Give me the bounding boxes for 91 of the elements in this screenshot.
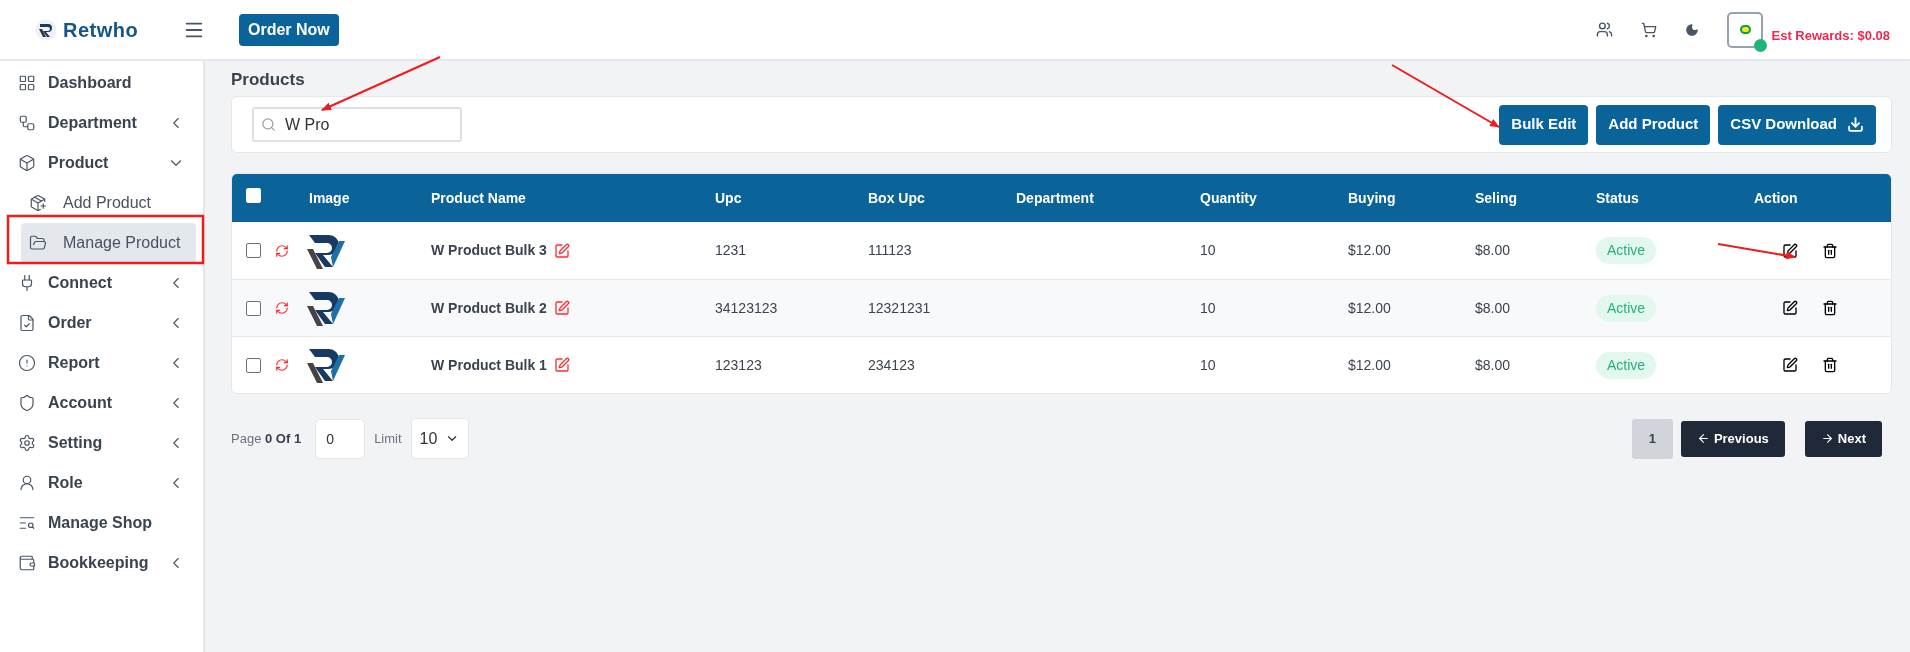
arrow-left-icon: [1696, 432, 1710, 445]
table-cell: 10: [1200, 299, 1216, 316]
edit-icon[interactable]: [1782, 242, 1798, 259]
sidebar-item[interactable]: Connect: [8, 263, 195, 303]
search-icon: [261, 117, 276, 132]
column-header: Seling: [1475, 189, 1517, 206]
trash-icon[interactable]: [1822, 357, 1838, 373]
sidebar-item[interactable]: Product: [8, 143, 195, 183]
sidebar-item[interactable]: Setting: [8, 423, 195, 463]
table-cell: 111123: [868, 242, 912, 258]
table-cell: 123123: [715, 356, 762, 373]
diagram-icon: [18, 114, 36, 132]
checkbox[interactable]: [246, 300, 261, 316]
sidebar-item[interactable]: Manage Shop: [8, 503, 195, 543]
sidebar-item[interactable]: Account: [8, 383, 195, 423]
trash-icon[interactable]: [1822, 242, 1838, 259]
order-now-button[interactable]: Order Now: [239, 13, 339, 46]
toolbar-button[interactable]: Add Product: [1596, 104, 1711, 145]
arrow-right-icon: [1820, 432, 1834, 445]
sidebar-item[interactable]: Department: [8, 103, 195, 143]
grid-icon: [18, 74, 36, 92]
column-header: Status: [1596, 189, 1639, 206]
brand-name: Retwho: [63, 17, 139, 43]
sidebar-subitem[interactable]: Manage Product: [21, 223, 196, 263]
toolbar-button[interactable]: Bulk Edit: [1499, 104, 1589, 145]
column-header: Box Upc: [868, 189, 925, 206]
refresh-icon[interactable]: [275, 243, 289, 258]
toolbar-button[interactable]: CSV Download: [1718, 104, 1876, 145]
sidebar-item[interactable]: Dashboard: [8, 63, 195, 103]
page-info: Page 0 Of 1: [231, 429, 302, 448]
table-cell: 1231: [715, 242, 747, 258]
gear-icon: [18, 434, 36, 452]
sidebar-item[interactable]: Bookkeeping: [8, 543, 195, 583]
status-badge: Active: [1596, 294, 1657, 322]
table-cell: $8.00: [1475, 299, 1511, 316]
product-name: W Product Bulk 2: [431, 298, 547, 318]
moon-icon[interactable]: [1685, 22, 1700, 37]
column-header: Quantity: [1200, 189, 1257, 206]
cart-icon[interactable]: [1641, 21, 1658, 38]
wallet-icon: [18, 554, 36, 572]
limit-label: Limit: [374, 429, 402, 448]
checkbox[interactable]: [246, 357, 261, 373]
alert-icon: [18, 354, 36, 372]
folder-icon: [29, 234, 47, 252]
table-cell: 10: [1200, 242, 1216, 258]
table-cell: $12.00: [1348, 242, 1391, 258]
table-cell: 34123123: [715, 299, 778, 316]
page-button[interactable]: 1: [1631, 418, 1673, 459]
people-icon[interactable]: [1596, 21, 1614, 38]
table-cell: $12.00: [1348, 299, 1391, 316]
table-cell: $12.00: [1348, 356, 1391, 373]
table-cell: 234123: [868, 356, 915, 373]
page-input[interactable]: 0: [315, 418, 366, 459]
user-icon: [18, 474, 36, 492]
column-header: Department: [1016, 189, 1094, 206]
checkbox[interactable]: [246, 243, 261, 258]
table-cell: $8.00: [1475, 356, 1511, 373]
column-header: Action: [1754, 189, 1798, 206]
edit-icon[interactable]: [1782, 357, 1798, 373]
previous-button[interactable]: Previous: [1680, 420, 1785, 457]
page-title: Products: [231, 69, 306, 91]
brand-logo-icon: [35, 18, 57, 41]
status-badge: Active: [1596, 351, 1657, 379]
edit-icon[interactable]: [1782, 300, 1798, 316]
column-header: Buying: [1348, 189, 1396, 206]
product-name: W Product Bulk 1: [431, 355, 547, 375]
table-cell: 12321231: [868, 299, 931, 316]
download-icon: [1847, 116, 1864, 133]
next-button[interactable]: Next: [1804, 420, 1882, 457]
package-plus-icon: [29, 194, 47, 212]
column-header: Product Name: [431, 189, 526, 206]
column-header: Upc: [715, 189, 742, 206]
sidebar-item[interactable]: Report: [8, 343, 195, 383]
checklist-icon: [18, 314, 36, 332]
refresh-icon[interactable]: [275, 358, 289, 372]
refresh-icon[interactable]: [275, 301, 289, 315]
column-header: Image: [309, 189, 350, 206]
limit-select[interactable]: 10: [410, 418, 469, 459]
table-cell: $8.00: [1475, 242, 1511, 258]
sidebar-item[interactable]: Order: [8, 303, 195, 343]
rewards-text: Est Rewards: $0.08: [1771, 26, 1890, 45]
sidebar-subitem[interactable]: Add Product: [21, 183, 196, 223]
status-badge: Active: [1596, 237, 1657, 264]
shield-icon: [18, 394, 36, 412]
product-name: W Product Bulk 3: [431, 241, 547, 260]
search-field[interactable]: W Pro: [252, 107, 462, 142]
trash-icon[interactable]: [1822, 300, 1838, 316]
table-cell: 10: [1200, 356, 1216, 373]
list-search-icon: [18, 514, 36, 532]
cube-icon: [18, 154, 36, 172]
sidebar-item[interactable]: Role: [8, 463, 195, 503]
